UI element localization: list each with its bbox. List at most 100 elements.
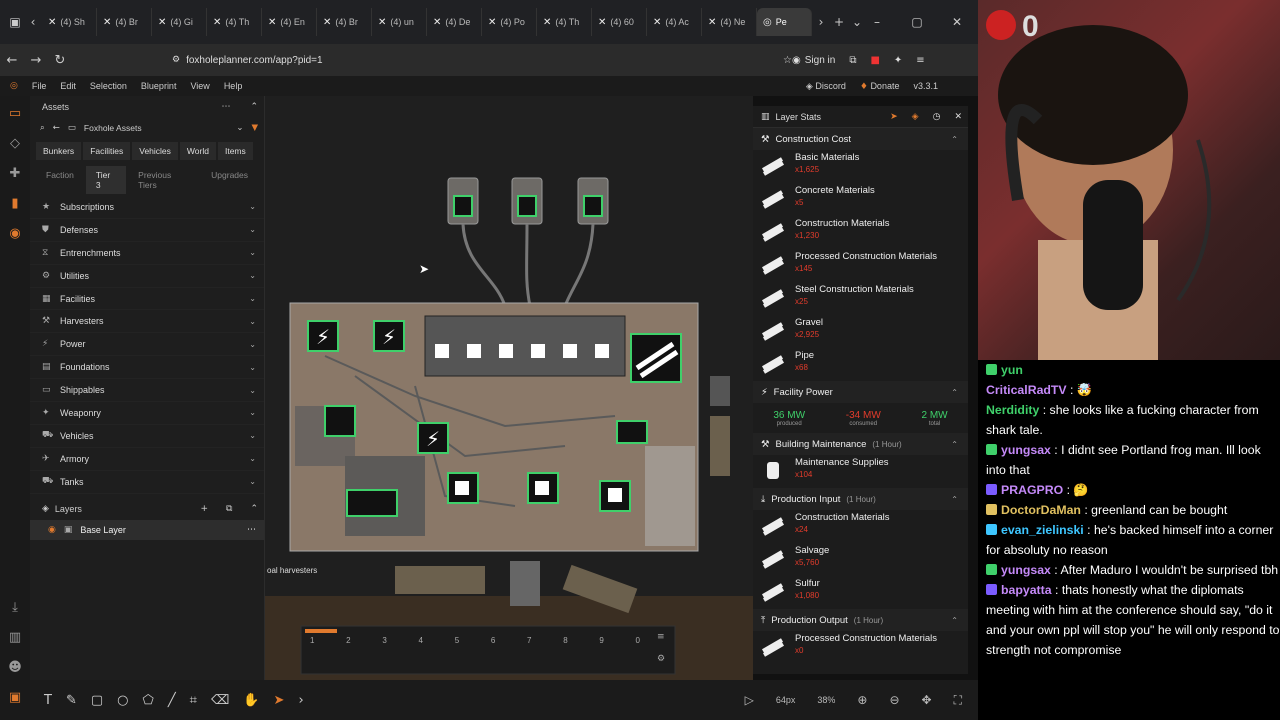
menu-file[interactable]: File [32, 81, 47, 91]
asset-tab[interactable]: Vehicles [132, 142, 178, 160]
chevron-down-icon[interactable]: ⌄ [249, 386, 256, 395]
puzzle-piece-icon[interactable]: ✚ [7, 166, 23, 182]
hotbar-slot[interactable]: 9 [599, 636, 603, 645]
category-item[interactable]: ▭ Shippables ⌄ [30, 379, 264, 403]
browser-tab[interactable]: ✕ (4) Th [207, 8, 262, 36]
chart-icon[interactable]: ▮ [7, 196, 23, 212]
browser-tab[interactable]: ✕ (4) Po [482, 8, 537, 36]
browser-tab[interactable]: ✕ (4) 60 [592, 8, 647, 36]
menu-selection[interactable]: Selection [90, 81, 127, 91]
bookmark-icon[interactable]: ☆ [783, 55, 792, 66]
zoom-out-icon[interactable]: ⊖ [889, 693, 899, 707]
lock-icon[interactable]: ▣ [64, 525, 73, 535]
extension-badge-icon[interactable]: ■ [870, 55, 879, 66]
browser-tab[interactable]: ✕ (4) Ne [702, 8, 757, 36]
circle-tool-icon[interactable]: ○ [117, 693, 128, 708]
category-item[interactable]: ▦ Facilities ⌄ [30, 288, 264, 311]
chat-username[interactable]: evan_zielinski [1001, 523, 1084, 537]
construction-cost-section[interactable]: ⚒ Construction Cost ⌃ [753, 128, 968, 150]
maintenance-section[interactable]: ⚒ Building Maintenance (1 Hour) ⌃ [753, 433, 968, 455]
chevron-up-icon[interactable]: ⌃ [951, 495, 958, 504]
sign-in-button[interactable]: ◉ Sign in [792, 55, 835, 66]
add-layer-icon[interactable]: + [200, 504, 208, 514]
chevron-down-icon[interactable]: ⌄ [249, 271, 256, 280]
layer-toggle-icon[interactable]: ◈ [912, 112, 919, 122]
browser-tab[interactable]: ◎ Pe [757, 8, 812, 36]
hotbar-slot[interactable]: 0 [636, 636, 640, 645]
minimize-icon[interactable]: – [866, 15, 888, 29]
fullscreen-icon[interactable]: ⛶ [954, 693, 962, 708]
exit-icon[interactable]: ▣ [7, 690, 23, 706]
browser-tab[interactable]: ✕ (4) Gi [152, 8, 207, 36]
tab-back-icon[interactable]: ‹ [24, 15, 42, 29]
chevron-down-icon[interactable]: ⌄ [249, 340, 256, 349]
chevron-down-icon[interactable]: ⌄ [249, 454, 256, 463]
hotbar-slot[interactable]: 5 [455, 636, 459, 645]
asset-tab[interactable]: World [179, 142, 216, 160]
asset-tab[interactable]: Items [217, 142, 253, 160]
discord-link[interactable]: ◈ Discord [806, 81, 846, 92]
folder-icon[interactable]: ▭ [7, 106, 23, 122]
tier-tab[interactable]: Previous Tiers [128, 166, 199, 194]
layer-more-icon[interactable]: ⋯ [247, 525, 256, 535]
chevron-down-icon[interactable]: ⌄ [249, 431, 256, 440]
folder-dropdown-icon[interactable]: ⌄ [236, 123, 243, 133]
locate-icon[interactable]: ➤ [890, 112, 898, 122]
facility-power-section[interactable]: ⚡ Facility Power ⌃ [753, 381, 968, 403]
hotbar-settings-icon[interactable]: ⚙ [657, 654, 665, 664]
extensions-icon[interactable]: ⧉ [849, 55, 856, 66]
user-icon[interactable]: ☻ [7, 660, 23, 676]
chevron-down-icon[interactable]: ⌄ [249, 317, 256, 326]
layer-group-icon[interactable]: ⧉ [226, 504, 232, 514]
play-icon[interactable]: ▷ [745, 693, 754, 707]
chevron-down-icon[interactable]: ⌄ [249, 202, 256, 211]
back-icon[interactable]: ← [0, 53, 24, 68]
polygon-tool-icon[interactable]: ⬠ [143, 693, 154, 708]
browser-tab[interactable]: ✕ (4) Br [317, 8, 372, 36]
more-icon[interactable]: ⋯ [221, 102, 230, 112]
download-icon[interactable]: ⤓ [7, 600, 23, 616]
history-icon[interactable]: ◷ [933, 112, 941, 122]
chevron-up-icon[interactable]: ⌃ [951, 135, 958, 144]
line-tool-icon[interactable]: ╱ [168, 693, 176, 708]
game-icon[interactable]: ◉ [7, 226, 23, 242]
maximize-icon[interactable]: ▢ [906, 15, 928, 29]
chevron-down-icon[interactable]: ⌄ [249, 248, 256, 257]
library-icon[interactable]: ▥ [7, 630, 23, 646]
select-tool-icon[interactable]: ➤ [274, 693, 285, 708]
address-bar[interactable]: ⚙ foxholeplanner.com/app?pid=1 ☆ [172, 49, 792, 71]
category-item[interactable]: ★ Subscriptions ⌄ [30, 196, 264, 219]
production-input-section[interactable]: ⤓ Production Input (1 Hour) ⌃ [753, 488, 968, 510]
category-item[interactable]: ▤ Foundations ⌄ [30, 356, 264, 380]
chevron-down-icon[interactable]: ⌄ [249, 477, 256, 486]
new-tab-icon[interactable]: + [830, 15, 848, 29]
chat-username[interactable]: CriticalRadTV [986, 383, 1067, 397]
chevron-up-icon[interactable]: ⌃ [951, 388, 958, 397]
chevron-up-icon[interactable]: ⌃ [951, 440, 958, 449]
puzzle-icon[interactable]: ✦ [894, 55, 902, 66]
category-item[interactable]: ⛟ Tanks ⌄ [30, 471, 264, 494]
hotbar-slot[interactable]: 8 [563, 636, 567, 645]
asset-tab[interactable]: Bunkers [36, 142, 82, 160]
category-item[interactable]: ⚡ Power ⌄ [30, 333, 264, 357]
grid-tool-icon[interactable]: ⌗ [190, 693, 197, 708]
chat-username[interactable]: DoctorDaMan [1001, 503, 1081, 517]
donate-link[interactable]: ♦ Donate [860, 81, 900, 92]
close-icon[interactable]: ✕ [954, 112, 962, 122]
menu-help[interactable]: Help [224, 81, 243, 91]
hotbar-menu-icon[interactable]: ≡ [657, 632, 665, 642]
center-icon[interactable]: ✥ [922, 693, 932, 707]
layers-collapse-icon[interactable]: ⌃ [250, 504, 258, 514]
chat-username[interactable]: Nerdidity [986, 403, 1039, 417]
menu-edit[interactable]: Edit [60, 81, 76, 91]
hand-tool-icon[interactable]: ✋ [243, 693, 259, 708]
forward-icon[interactable]: → [24, 53, 48, 68]
tab-search-icon[interactable]: ▣ [6, 15, 24, 29]
tier-tab[interactable]: Upgrades [201, 166, 258, 194]
text-tool-icon[interactable]: T [44, 693, 52, 708]
folder-path[interactable]: Foxhole Assets [84, 123, 142, 133]
browser-tab[interactable]: ✕ (4) Br [97, 8, 152, 36]
hotbar-slot[interactable]: 1 [310, 636, 314, 645]
chevron-up-icon[interactable]: ⌃ [951, 616, 958, 625]
browser-tab[interactable]: ✕ (4) un [372, 8, 427, 36]
